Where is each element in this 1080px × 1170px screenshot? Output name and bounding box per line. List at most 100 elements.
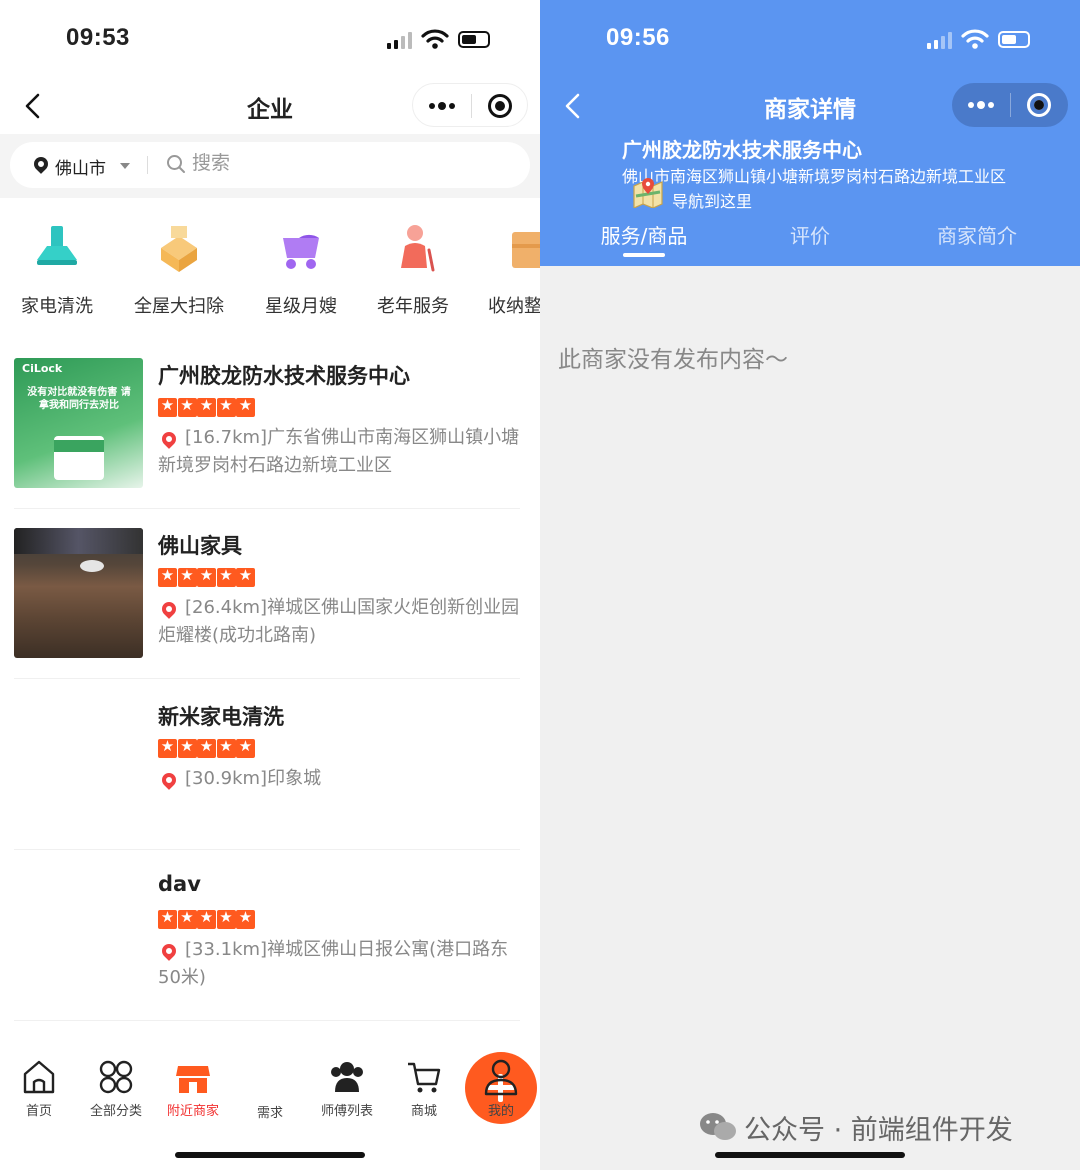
category-elderly-service[interactable]: 老年服务: [358, 220, 468, 318]
tab-label: 附近商家: [166, 1104, 219, 1119]
rating-stars: [158, 566, 258, 588]
star-icon: [197, 396, 216, 417]
divider: [14, 678, 520, 679]
category-label: 家电清洗: [21, 296, 93, 317]
search-divider: [147, 156, 148, 174]
city-selector[interactable]: 佛山市: [55, 154, 106, 179]
merchant-address: [33.1km]禅城区佛山日报公寓(港口路东50米): [158, 939, 509, 988]
merchant-thumbnail: CiLock 没有对比就没有伤害 请拿我和同行去对比: [14, 358, 143, 488]
battery-icon: [458, 31, 490, 48]
tab-label: 首页: [25, 1104, 52, 1119]
star-icon: [158, 737, 177, 758]
merchant-card[interactable]: 佛山家具 [26.4km]禅城区佛山国家火炬创新创业园炬耀楼(成功北路南): [14, 528, 520, 678]
home-indicator: [715, 1152, 905, 1158]
navigate-here-link[interactable]: 导航到这里: [672, 188, 752, 212]
baby-stroller-icon: [273, 220, 329, 276]
star-icon: [216, 908, 236, 929]
capsule-divider: [1010, 93, 1011, 117]
star-icon: [216, 737, 236, 758]
cellular-signal-icon: [927, 31, 953, 49]
star-icon: [158, 908, 177, 929]
category-row: 家电清洗 全屋大扫除 星级月嫂 老年服务 收纳整: [0, 198, 540, 338]
tab-all-categories[interactable]: 全部分类: [77, 1058, 155, 1119]
tab-services-products[interactable]: 服务/商品: [559, 220, 729, 249]
star-icon: [197, 566, 216, 587]
paint-bucket-label: [54, 440, 104, 452]
tab-reviews[interactable]: 评价: [725, 220, 895, 249]
range-hood-icon: [29, 220, 85, 276]
tab-merchant-intro[interactable]: 商家简介: [892, 220, 1062, 249]
thumb-bowl: [80, 560, 104, 572]
divider: [14, 508, 520, 509]
tab-mine[interactable]: 我的: [462, 1058, 540, 1119]
search-icon: [167, 155, 185, 173]
star-icon: [177, 737, 197, 758]
search-input[interactable]: [192, 152, 492, 174]
category-label: 收纳整: [488, 296, 540, 317]
map-icon[interactable]: [632, 176, 664, 208]
thumb-slogan: 没有对比就没有伤害 请拿我和同行去对比: [27, 387, 131, 411]
divider: [14, 1020, 520, 1021]
star-icon: [236, 396, 255, 417]
merchant-address: [16.7km]广东省佛山市南海区狮山镇小塘新境罗岗村石路边新境工业区: [158, 427, 520, 476]
category-label: 老年服务: [377, 296, 449, 317]
status-time: 09:56: [606, 24, 670, 51]
merchant-card[interactable]: dav [33.1km]禅城区佛山日报公寓(港口路东50米): [14, 870, 520, 1020]
rating-stars: [158, 737, 258, 759]
star-icon: [236, 566, 255, 587]
tab-label: 商城: [410, 1104, 437, 1119]
merchant-address: [30.9km]印象城: [185, 768, 322, 789]
business-address: 佛山市南海区狮山镇小塘新境罗岗村石路边新境工业区: [622, 167, 1007, 186]
category-label: 星级月嫂: [265, 296, 337, 317]
shop-icon: [175, 1058, 211, 1096]
search-area: 佛山市: [0, 134, 540, 198]
storage-box-icon: [508, 220, 540, 276]
tab-label: 师傅列表: [320, 1104, 373, 1119]
tab-demand[interactable]: 需求: [231, 1052, 537, 1124]
active-tab-indicator: [623, 253, 665, 257]
thumb-brand: CiLock: [22, 362, 63, 375]
category-whole-house-cleaning[interactable]: 全屋大扫除: [124, 220, 234, 318]
more-icon[interactable]: [968, 101, 996, 110]
home-indicator: [175, 1152, 365, 1158]
more-icon[interactable]: [429, 102, 457, 111]
tab-nearby-merchants[interactable]: 附近商家: [154, 1058, 232, 1119]
category-storage[interactable]: 收纳整: [480, 220, 540, 318]
tab-mall[interactable]: 商城: [385, 1058, 463, 1119]
merchant-tabs: 服务/商品 评价 商家简介: [540, 220, 1080, 266]
star-icon: [197, 908, 216, 929]
grid-icon: [98, 1058, 134, 1096]
battery-icon: [998, 31, 1030, 48]
merchant-name: dav: [158, 872, 201, 896]
tab-home[interactable]: 首页: [0, 1058, 78, 1119]
business-name: 广州胶龙防水技术服务中心: [622, 138, 862, 162]
navigation-bar: 企业: [0, 80, 540, 132]
merchant-card[interactable]: CiLock 没有对比就没有伤害 请拿我和同行去对比 广州胶龙防水技术服务中心 …: [14, 358, 520, 508]
category-appliance-cleaning[interactable]: 家电清洗: [2, 220, 112, 318]
star-icon: [177, 908, 197, 929]
thumb-background: [14, 528, 143, 554]
navigation-bar: 商家详情: [540, 80, 1080, 132]
category-maternity-nanny[interactable]: 星级月嫂: [246, 220, 356, 318]
right-screen: 09:56 商家详情 广州胶龙防水技术服务中心 佛山市南海区狮山镇小塘新境罗岗村…: [540, 0, 1080, 1170]
wifi-icon: [961, 29, 989, 49]
close-mini-program-icon[interactable]: [488, 94, 512, 118]
star-icon: [236, 737, 255, 758]
star-icon: [216, 566, 236, 587]
mini-program-capsule: [412, 83, 528, 127]
rating-stars: [158, 396, 258, 418]
merchant-address: [26.4km]禅城区佛山国家火炬创新创业园炬耀楼(成功北路南): [158, 597, 520, 646]
star-icon: [158, 566, 177, 587]
merchant-name: 新米家电清洗: [158, 705, 284, 729]
left-screen: 09:53 企业 佛山市 搜索 家电清洗 全屋大扫除 星级月嫂 老年服务 收纳整…: [0, 0, 540, 1170]
merchant-card[interactable]: 新米家电清洗 [30.9km]印象城: [14, 699, 520, 849]
status-bar: 09:56: [540, 0, 1080, 80]
star-icon: [216, 396, 236, 417]
close-mini-program-icon[interactable]: [1027, 93, 1051, 117]
tab-label: 全部分类: [89, 1104, 142, 1119]
tab-master-list[interactable]: 师傅列表: [308, 1058, 386, 1119]
people-icon: [329, 1058, 365, 1096]
search-bar: 佛山市: [10, 142, 530, 188]
tab-label: 需求: [256, 1106, 283, 1121]
bottom-tab-bar: 首页 全部分类 附近商家 需求 师傅列表 商城 我的: [0, 1030, 540, 1170]
